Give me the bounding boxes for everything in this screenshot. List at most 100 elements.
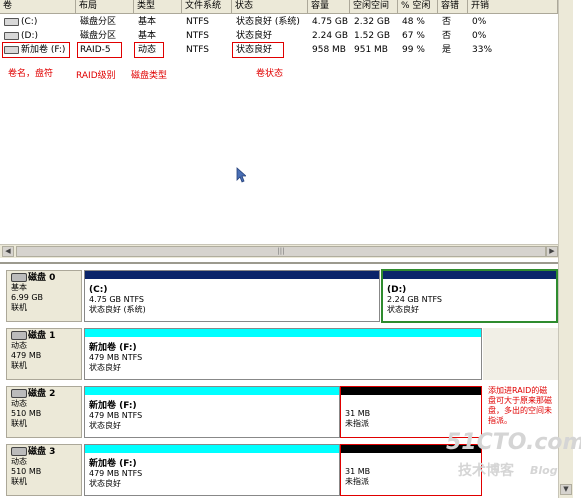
- partition-status: 状态良好: [387, 305, 419, 314]
- fault-cell: 否: [442, 17, 452, 27]
- volume-name-cell: (D:): [4, 29, 38, 43]
- disk-label-0[interactable]: 磁盘 0 基本 6.99 GB 联机: [6, 270, 82, 322]
- watermark-blog: Blog: [530, 464, 558, 477]
- disk-type: 动态: [11, 457, 27, 466]
- partition-c[interactable]: (C:) 4.75 GB NTFS 状态良好 (系统): [84, 270, 380, 322]
- disk-label-1[interactable]: 磁盘 1 动态 479 MB 联机: [6, 328, 82, 380]
- partition-size: 31 MB: [345, 409, 371, 418]
- partition-f-disk1[interactable]: 新加卷 (F:) 479 MB NTFS 状态良好: [84, 328, 482, 380]
- partition-bar: [383, 271, 556, 279]
- mouse-cursor-icon: [236, 167, 246, 183]
- scroll-left-button[interactable]: ◀: [2, 246, 14, 257]
- hard-disk-icon: [11, 389, 27, 398]
- column-header-volume[interactable]: 卷: [0, 0, 76, 14]
- volume-name: (C:): [21, 17, 38, 27]
- free-cell: 951 MB: [354, 45, 388, 55]
- fs-cell: NTFS: [186, 45, 209, 55]
- disk-size: 6.99 GB: [11, 293, 44, 302]
- scroll-grip: |||: [277, 247, 285, 255]
- partition-title: 新加卷 (F:): [89, 401, 137, 411]
- column-header-type[interactable]: 类型: [134, 0, 182, 14]
- capacity-cell: 958 MB: [312, 45, 346, 55]
- disk-size: 510 MB: [11, 467, 42, 476]
- watermark-logo: 51CTO.com: [446, 430, 581, 455]
- fault-cell: 否: [442, 31, 452, 41]
- partition-status: 状态良好: [89, 421, 121, 430]
- partition-info: 新加卷 (F:) 479 MB NTFS 状态良好: [89, 401, 142, 431]
- partition-d[interactable]: (D:) 2.24 GB NTFS 状态良好: [381, 269, 558, 323]
- volume-status-highlight: [232, 42, 284, 58]
- pct-cell: 67 %: [402, 31, 425, 41]
- partition-bar: [85, 329, 481, 337]
- disk-state: 联机: [11, 477, 27, 486]
- scroll-down-button[interactable]: ▼: [560, 484, 572, 495]
- capacity-cell: 2.24 GB: [312, 31, 349, 41]
- fs-cell: NTFS: [186, 31, 209, 41]
- disk-type-highlight: [134, 42, 164, 58]
- volume-name-cell: (C:): [4, 15, 37, 29]
- column-header-free-space[interactable]: 空闲空间: [350, 0, 398, 14]
- disk-label-3[interactable]: 磁盘 3 动态 510 MB 联机: [6, 444, 82, 496]
- disk-type: 动态: [11, 399, 27, 408]
- partition-size: 479 MB NTFS: [89, 353, 143, 362]
- column-header-layout[interactable]: 布局: [76, 0, 134, 14]
- disk-state: 联机: [11, 419, 27, 428]
- annotation-disk-type: 磁盘类型: [131, 71, 168, 81]
- partition-f-disk2[interactable]: 新加卷 (F:) 479 MB NTFS 状态良好: [84, 386, 340, 438]
- column-header-fault-tolerance[interactable]: 容错: [438, 0, 468, 14]
- disk-title: 磁盘 0: [11, 273, 77, 283]
- volume-name: (D:): [21, 31, 38, 41]
- pct-cell: 99 %: [402, 45, 425, 55]
- hard-disk-icon: [11, 273, 27, 282]
- disk-title: 磁盘 2: [11, 389, 77, 399]
- overhead-cell: 33%: [472, 45, 493, 55]
- volume-list: 卷 布局 类型 文件系统 状态 容量 空闲空间 % 空闲 容错 开销 (C:) …: [0, 0, 558, 244]
- scroll-right-button[interactable]: ▶: [546, 246, 558, 257]
- scroll-thumb[interactable]: |||: [16, 246, 546, 257]
- column-header-status[interactable]: 状态: [232, 0, 308, 14]
- partition-f-disk3[interactable]: 新加卷 (F:) 479 MB NTFS 状态良好: [84, 444, 340, 496]
- partition-title: (D:): [387, 285, 407, 295]
- partition-size: 479 MB NTFS: [89, 469, 143, 478]
- disk-type: 动态: [11, 341, 27, 350]
- disk-state: 联机: [11, 361, 27, 370]
- column-header-percent-free[interactable]: % 空闲: [398, 0, 438, 14]
- disk-type: 基本: [11, 283, 27, 292]
- volume-icon: [4, 31, 19, 40]
- disk-label-2[interactable]: 磁盘 2 动态 510 MB 联机: [6, 386, 82, 438]
- type-cell: 基本: [138, 31, 157, 41]
- partition-bar: [85, 271, 379, 279]
- type-cell: 基本: [138, 17, 157, 27]
- partition-size: 4.75 GB NTFS: [89, 295, 144, 304]
- vertical-scrollbar[interactable]: ▼: [558, 0, 573, 498]
- raid-level-highlight: [77, 42, 122, 58]
- free-cell: 1.52 GB: [354, 31, 391, 41]
- pct-cell: 48 %: [402, 17, 425, 27]
- annotation-volume-status: 卷状态: [256, 69, 284, 79]
- annotation-volume-name: 卷名，盘符: [8, 69, 54, 79]
- partition-info: 新加卷 (F:) 479 MB NTFS 状态良好: [89, 343, 142, 373]
- partition-size: 31 MB: [345, 467, 371, 476]
- fs-cell: NTFS: [186, 17, 209, 27]
- partition-status: 未指派: [345, 477, 369, 486]
- volume-name-highlight: [2, 42, 70, 58]
- column-header-overhead[interactable]: 开销: [468, 0, 558, 14]
- disk-state: 联机: [11, 303, 27, 312]
- partition-status: 状态良好: [89, 363, 121, 372]
- overhead-cell: 0%: [472, 31, 487, 41]
- partition-status: 状态良好: [89, 479, 121, 488]
- overhead-cell: 0%: [472, 17, 487, 27]
- hard-disk-icon: [11, 331, 27, 340]
- column-header-filesystem[interactable]: 文件系统: [182, 0, 232, 14]
- layout-cell: 磁盘分区: [80, 31, 117, 41]
- partition-title: 新加卷 (F:): [89, 459, 137, 469]
- status-cell: 状态良好: [236, 31, 273, 41]
- partition-bar: [341, 387, 481, 395]
- column-header-capacity[interactable]: 容量: [308, 0, 350, 14]
- disk-size: 510 MB: [11, 409, 42, 418]
- capacity-cell: 4.75 GB: [312, 17, 349, 27]
- partition-size: 479 MB NTFS: [89, 411, 143, 420]
- horizontal-scrollbar[interactable]: ◀ ||| ▶: [0, 244, 558, 258]
- partition-title: 新加卷 (F:): [89, 343, 137, 353]
- partition-info: (D:) 2.24 GB NTFS 状态良好: [387, 285, 442, 315]
